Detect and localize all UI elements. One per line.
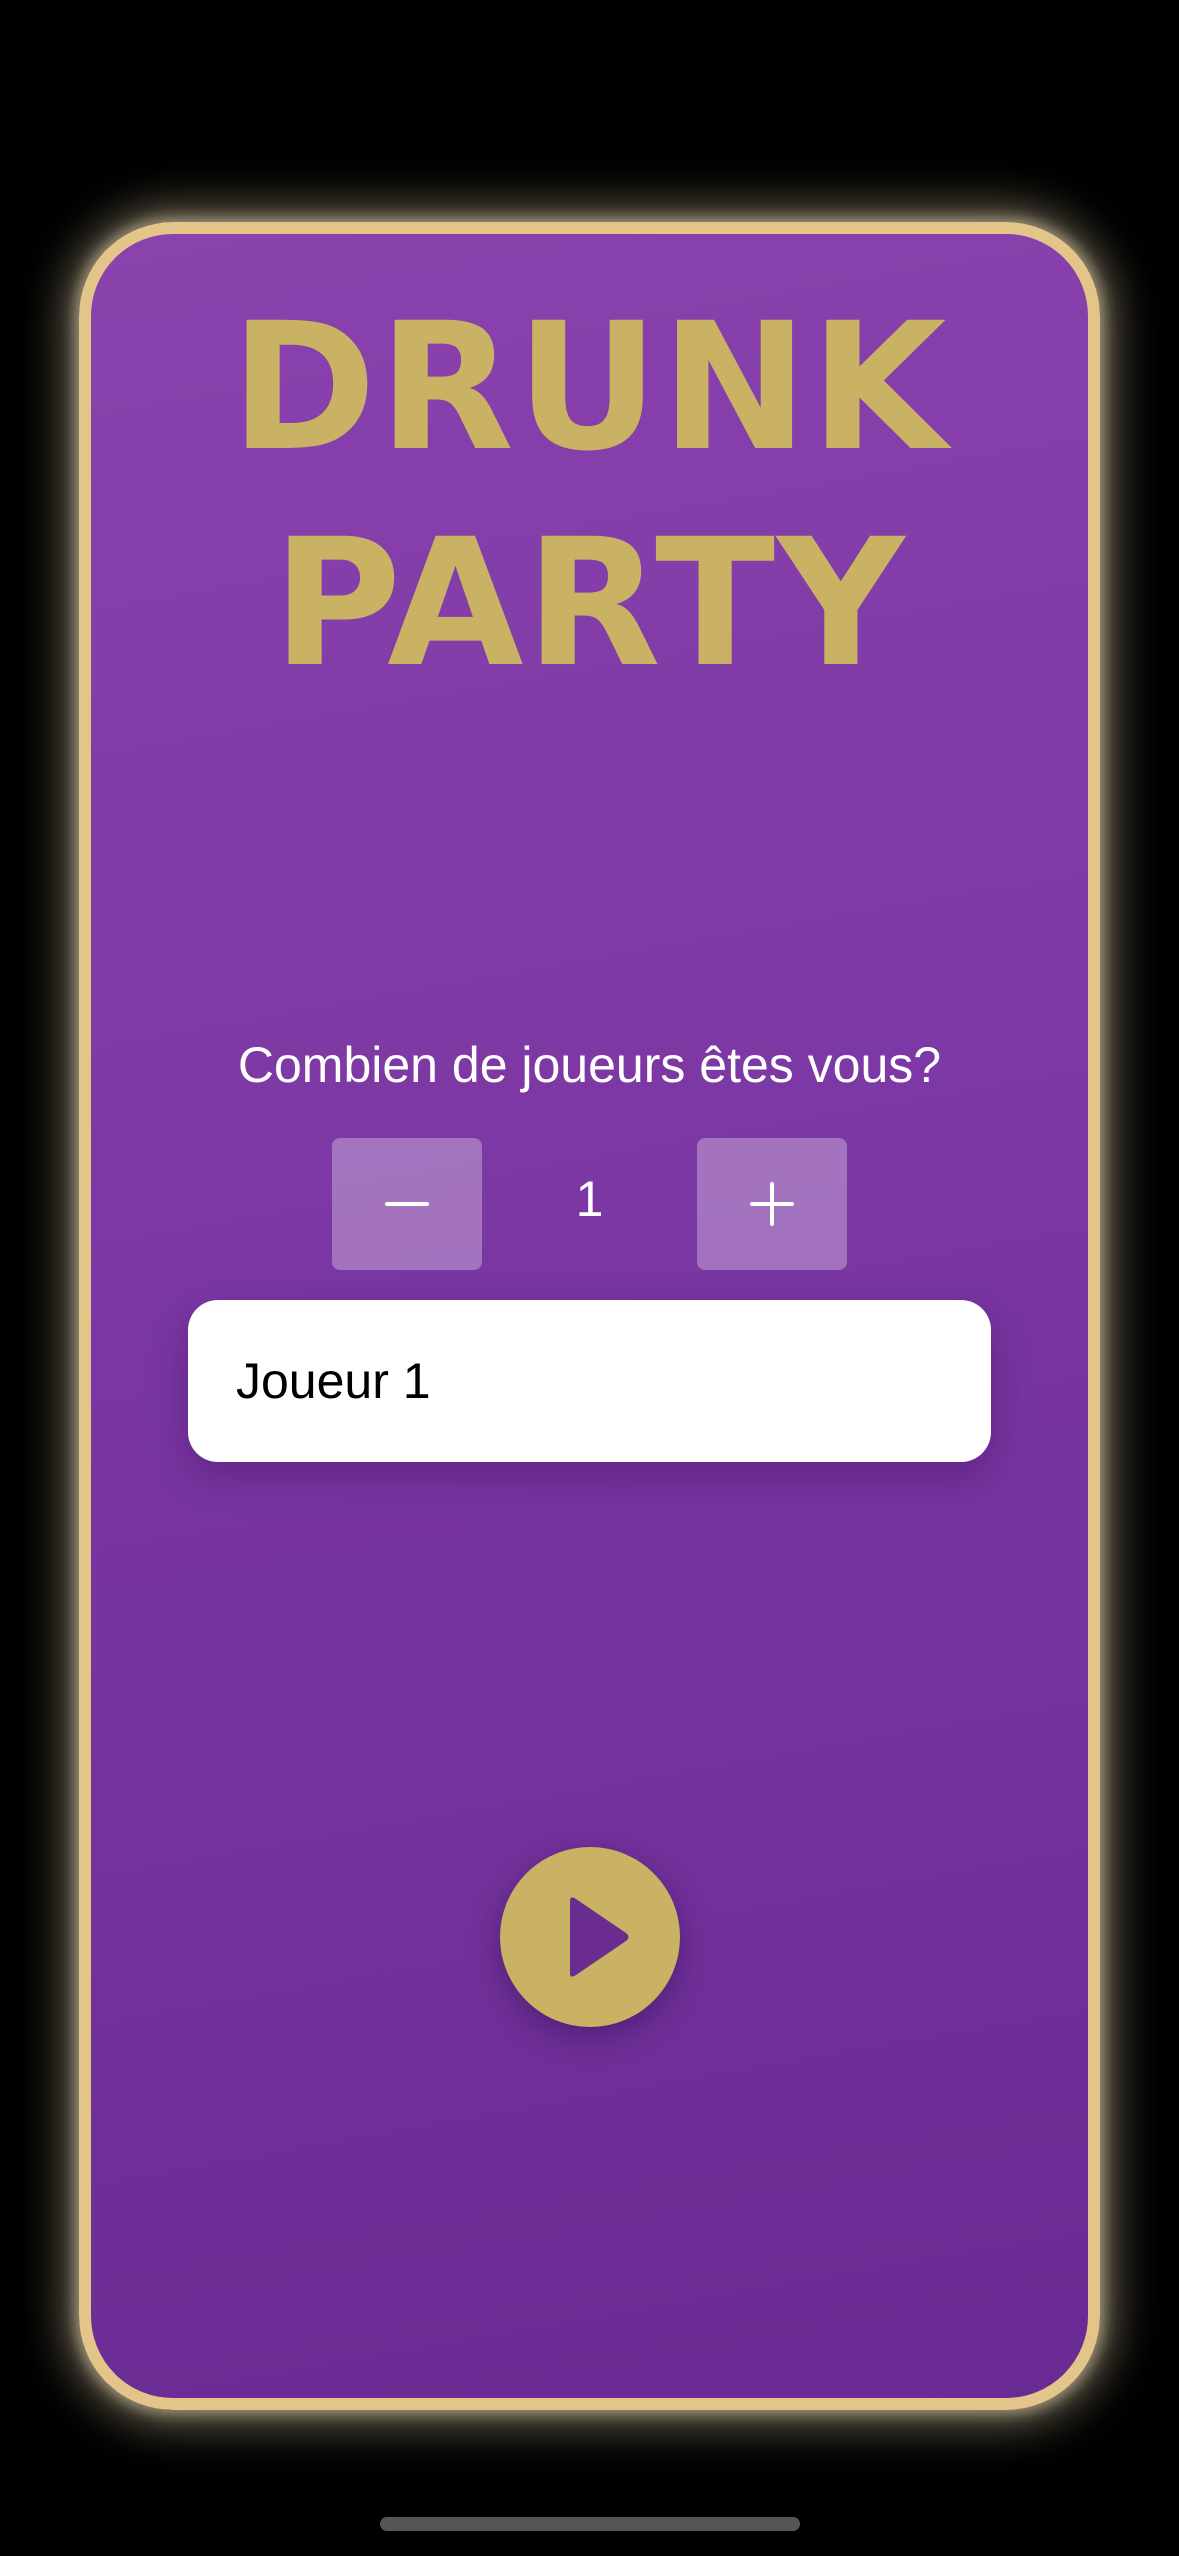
player-name-field-1[interactable] (188, 1300, 991, 1462)
plus-icon-vertical (770, 1182, 774, 1226)
app-screen: DRUNK PARTY Combien de joueurs êtes vous… (0, 0, 1179, 2556)
app-title-line-2: PARTY (272, 501, 907, 706)
game-card: DRUNK PARTY Combien de joueurs êtes vous… (79, 222, 1100, 2410)
player-count-question: Combien de joueurs êtes vous? (237, 1037, 942, 1093)
increment-players-button[interactable] (697, 1138, 847, 1270)
player-count-value: 1 (575, 1171, 604, 1227)
decrement-players-button[interactable] (332, 1138, 482, 1270)
app-title-line-1: DRUNK (230, 285, 949, 490)
minus-icon (385, 1202, 429, 1206)
play-button[interactable] (500, 1847, 680, 2027)
home-indicator[interactable] (380, 2517, 800, 2531)
play-icon (570, 1897, 629, 1977)
